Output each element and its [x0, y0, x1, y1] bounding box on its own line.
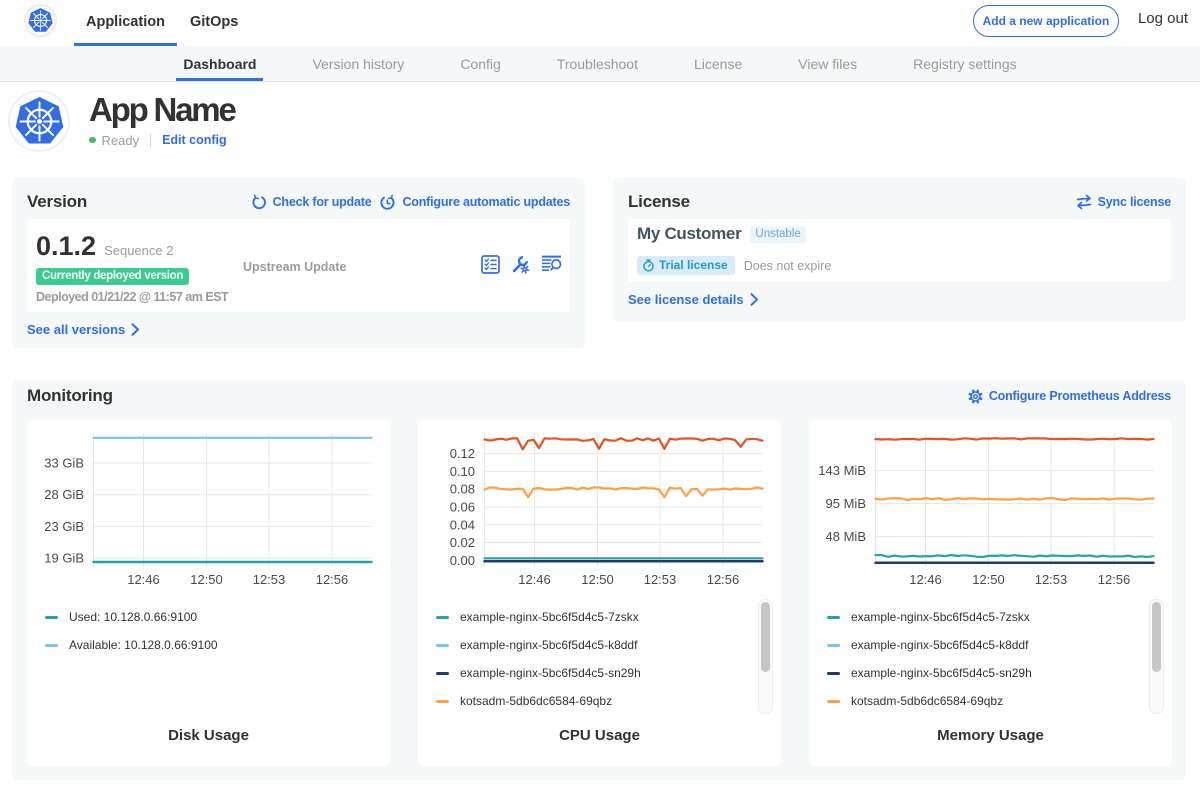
- svg-text:0.12: 0.12: [450, 446, 475, 461]
- svg-text:48 MiB: 48 MiB: [826, 529, 866, 544]
- svg-text:12:56: 12:56: [707, 572, 740, 587]
- svg-text:12:56: 12:56: [316, 572, 349, 587]
- svg-text:0.06: 0.06: [450, 500, 475, 515]
- svg-text:12:53: 12:53: [253, 572, 286, 587]
- svg-text:12:53: 12:53: [1035, 572, 1068, 587]
- svg-text:95 MiB: 95 MiB: [826, 496, 866, 511]
- svg-text:12:56: 12:56: [1098, 572, 1131, 587]
- svg-text:12:50: 12:50: [190, 572, 223, 587]
- svg-text:143 MiB: 143 MiB: [818, 463, 866, 478]
- svg-text:23 GiB: 23 GiB: [44, 519, 84, 534]
- svg-text:19 GiB: 19 GiB: [44, 551, 84, 566]
- svg-text:0.04: 0.04: [450, 517, 475, 532]
- svg-text:33 GiB: 33 GiB: [44, 456, 84, 471]
- svg-text:12:53: 12:53: [644, 572, 677, 587]
- svg-text:0.00: 0.00: [450, 553, 475, 568]
- svg-text:0.10: 0.10: [450, 464, 475, 479]
- svg-text:12:46: 12:46: [518, 572, 551, 587]
- svg-text:12:50: 12:50: [972, 572, 1005, 587]
- svg-text:12:50: 12:50: [581, 572, 614, 587]
- svg-text:12:46: 12:46: [127, 572, 160, 587]
- svg-text:0.08: 0.08: [450, 482, 475, 497]
- svg-text:28 GiB: 28 GiB: [44, 487, 84, 502]
- svg-text:12:46: 12:46: [909, 572, 942, 587]
- svg-text:0.02: 0.02: [450, 535, 475, 550]
